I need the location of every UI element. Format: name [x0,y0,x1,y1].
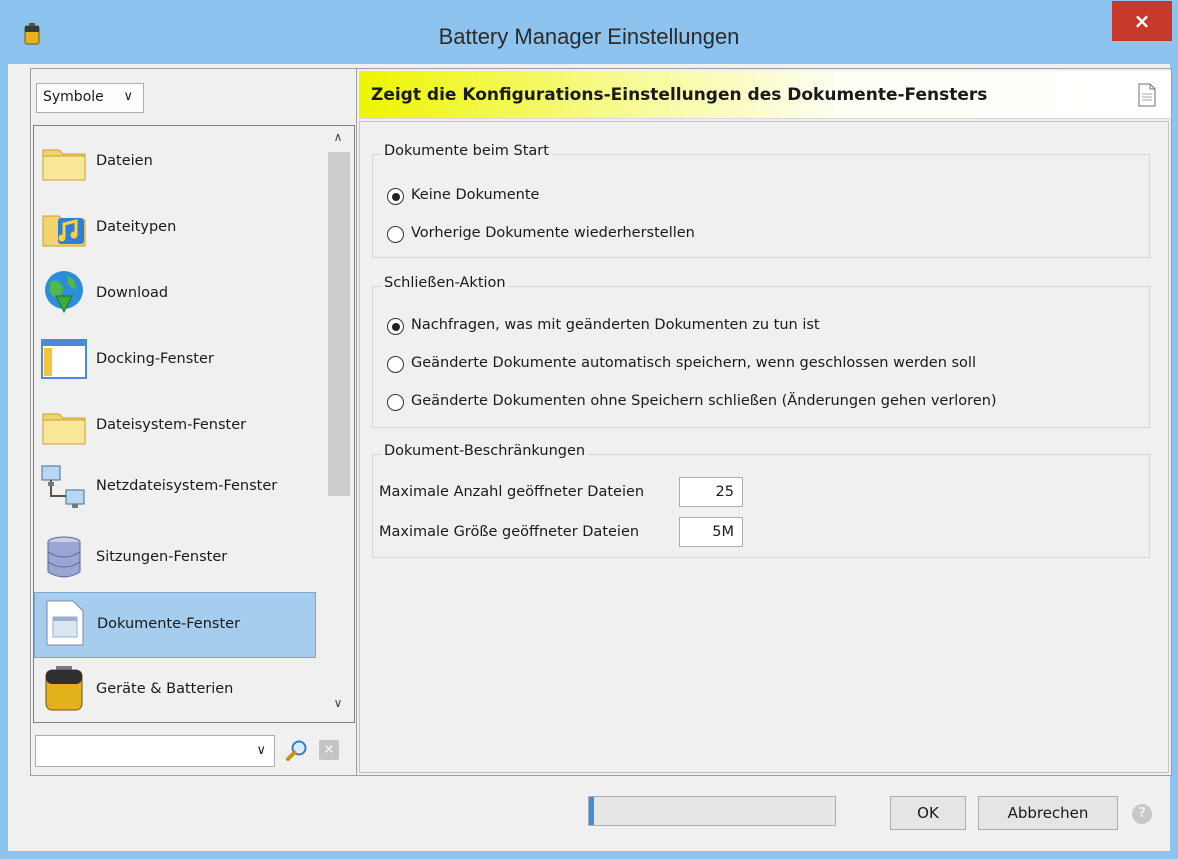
radio-button[interactable] [387,188,404,205]
docking-window-icon [41,339,87,379]
radio-button[interactable] [387,356,404,373]
group-documents-at-start: Dokumente beim Start Keine Dokumente Vor… [372,143,1150,258]
scroll-thumb[interactable] [328,152,350,496]
radio-label: Geänderte Dokumenten ohne Speichern schl… [411,393,997,409]
scroll-down-icon[interactable]: ∨ [322,696,354,720]
progress-bar [588,796,836,826]
group-close-action: Schließen-Aktion Nachfragen, was mit geä… [372,275,1150,428]
category-label: Download [96,285,169,301]
progress-fill [589,797,594,825]
view-mode-select[interactable]: Symbole ∨ [36,83,144,113]
battery-icon [45,666,83,711]
settings-panel: Zeigt die Konfigurations-Einstellungen d… [356,68,1172,776]
radio-label: Geänderte Dokumente automatisch speicher… [411,355,976,371]
title-bar: Battery Manager Einstellungen × [0,0,1178,64]
document-window-icon [46,600,84,646]
radio-button[interactable] [387,226,404,243]
category-label: Sitzungen-Fenster [96,549,228,565]
category-scrollbar[interactable]: ∧ ∨ [322,126,354,722]
radio-label: Vorherige Dokumente wiederherstellen [411,225,695,241]
group-title: Schließen-Aktion [381,275,509,291]
dialog-body: Symbole ∨ Dateien Dateitypen Download Do… [8,64,1172,851]
search-icon[interactable] [285,739,309,763]
group-document-limits: Dokument-Beschränkungen Maximale Anzahl … [372,443,1150,558]
category-panel: Symbole ∨ Dateien Dateitypen Download Do… [30,68,358,776]
panel-header-title: Zeigt die Konfigurations-Einstellungen d… [371,85,988,105]
group-title: Dokumente beim Start [381,143,552,159]
radio-button[interactable] [387,318,404,335]
category-item-dokumente-fenster[interactable]: Dokumente-Fenster [34,592,316,658]
category-label: Geräte & Batterien [96,681,234,697]
category-item-netzdateisystem-fenster[interactable]: Netzdateisystem-Fenster [34,460,316,526]
folder-icon [42,413,86,445]
max-open-size-label: Maximale Größe geöffneter Dateien [379,524,640,540]
database-icon [47,536,81,578]
max-open-size-input[interactable]: 5M [679,517,743,547]
network-computers-icon [41,465,85,508]
radio-label: Nachfragen, was mit geänderten Dokumente… [411,317,820,333]
radio-button[interactable] [387,394,404,411]
category-label: Dateisystem-Fenster [96,417,247,433]
category-label: Docking-Fenster [96,351,214,367]
category-item-geraete-batterien[interactable]: Geräte & Batterien [34,658,316,722]
category-item-dateitypen[interactable]: Dateitypen [34,196,316,262]
chevron-down-icon: ∨ [256,743,266,758]
scroll-up-icon[interactable]: ∧ [322,130,354,154]
category-label: Dokumente-Fenster [97,616,241,632]
category-item-dateisystem-fenster[interactable]: Dateisystem-Fenster [34,394,316,460]
help-icon[interactable]: ? [1132,804,1152,824]
radio-label: Keine Dokumente [411,187,540,203]
window-title: Battery Manager Einstellungen [438,24,740,49]
close-button[interactable]: × [1112,1,1172,41]
chevron-down-icon: ∨ [123,89,133,104]
document-icon [1138,83,1156,107]
category-label: Netzdateisystem-Fenster [96,478,278,494]
category-label: Dateien [96,153,153,169]
search-combobox[interactable]: ∨ [35,735,275,767]
category-list: Dateien Dateitypen Download Docking-Fens… [33,125,355,723]
category-item-download[interactable]: Download [34,262,316,328]
music-folder-icon [42,215,86,247]
view-mode-value: Symbole [43,89,104,105]
group-title: Dokument-Beschränkungen [381,443,589,459]
dialog-window: Battery Manager Einstellungen × Symbole … [0,0,1178,859]
settings-content: Dokumente beim Start Keine Dokumente Vor… [359,121,1169,773]
max-open-count-label: Maximale Anzahl geöffneter Dateien [379,484,645,500]
panel-header: Zeigt die Konfigurations-Einstellungen d… [359,71,1171,119]
clear-search-button[interactable]: × [319,740,339,760]
ok-button[interactable]: OK [890,796,966,830]
category-label: Dateitypen [96,219,177,235]
folder-icon [42,149,86,181]
category-item-docking-fenster[interactable]: Docking-Fenster [34,328,316,394]
globe-download-icon [45,271,83,314]
category-item-dateien[interactable]: Dateien [34,130,316,196]
cancel-button[interactable]: Abbrechen [978,796,1118,830]
category-item-sitzungen-fenster[interactable]: Sitzungen-Fenster [34,526,316,592]
max-open-count-input[interactable]: 25 [679,477,743,507]
